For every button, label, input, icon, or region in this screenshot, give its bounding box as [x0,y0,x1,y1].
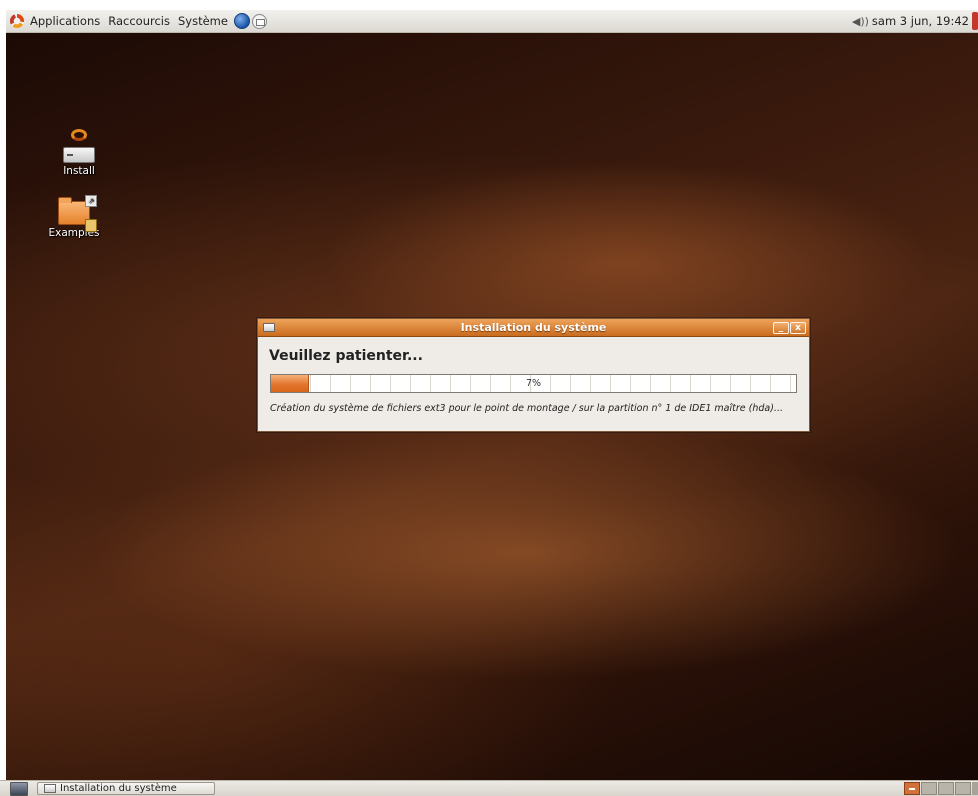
logout-button[interactable] [972,12,978,30]
taskbar-label: Installation du système [60,783,177,794]
desktop-icon-label: Examples [48,227,100,239]
desktop-icon-examples[interactable]: ↗ Examples [39,195,109,239]
dialog-title: Installation du système [460,321,607,334]
globe-icon[interactable] [233,13,250,29]
close-button[interactable]: x [790,321,806,334]
workspace-4[interactable] [955,782,971,795]
menu-applications[interactable]: Applications [26,14,104,28]
folder-icon: ↗ [58,195,97,232]
window-controls: _ x [773,321,806,334]
system-tray: ◀)) sam 3 jun, 19:42 [852,10,978,32]
clock[interactable]: sam 3 jun, 19:42 [872,14,969,28]
desktop[interactable]: Install ↗ Examples Installation du systè… [6,33,978,780]
dialog-titlebar[interactable]: Installation du système _ x [258,319,809,337]
ubuntu-logo-icon[interactable] [10,14,24,28]
bottom-panel: Installation du système [0,780,978,796]
workspace-2[interactable] [921,782,937,795]
show-desktop-icon[interactable] [10,781,28,796]
volume-icon[interactable]: ◀)) [852,15,869,28]
dialog-heading: Veuillez patienter... [269,348,423,364]
installer-drive-icon [63,147,95,163]
workspace-1[interactable] [904,782,920,795]
menu-raccourcis[interactable]: Raccourcis [104,14,174,28]
installation-dialog: Installation du système _ x Veuillez pat… [257,318,810,432]
minimize-button[interactable]: _ [773,321,789,334]
workspace-switcher [904,782,971,795]
link-badge-icon: ↗ [85,195,97,207]
progress-text: 7% [525,378,542,389]
mail-icon[interactable] [251,13,267,29]
window-app-icon [44,784,56,793]
install-arrow-icon [69,129,89,143]
top-panel: Applications Raccourcis Système ◀)) sam … [6,10,978,33]
desktop-icon-install[interactable]: Install [44,129,114,177]
progress-bar: 7% [270,374,797,393]
desktop-icon-label: Install [63,165,95,177]
trash-icon[interactable] [972,782,978,795]
status-text: Création du système de fichiers ext3 pou… [270,403,783,414]
menu-systeme[interactable]: Système [174,14,232,28]
taskbar-button-installation[interactable]: Installation du système [37,782,215,795]
lock-badge-icon [85,219,97,232]
workspace-3[interactable] [938,782,954,795]
